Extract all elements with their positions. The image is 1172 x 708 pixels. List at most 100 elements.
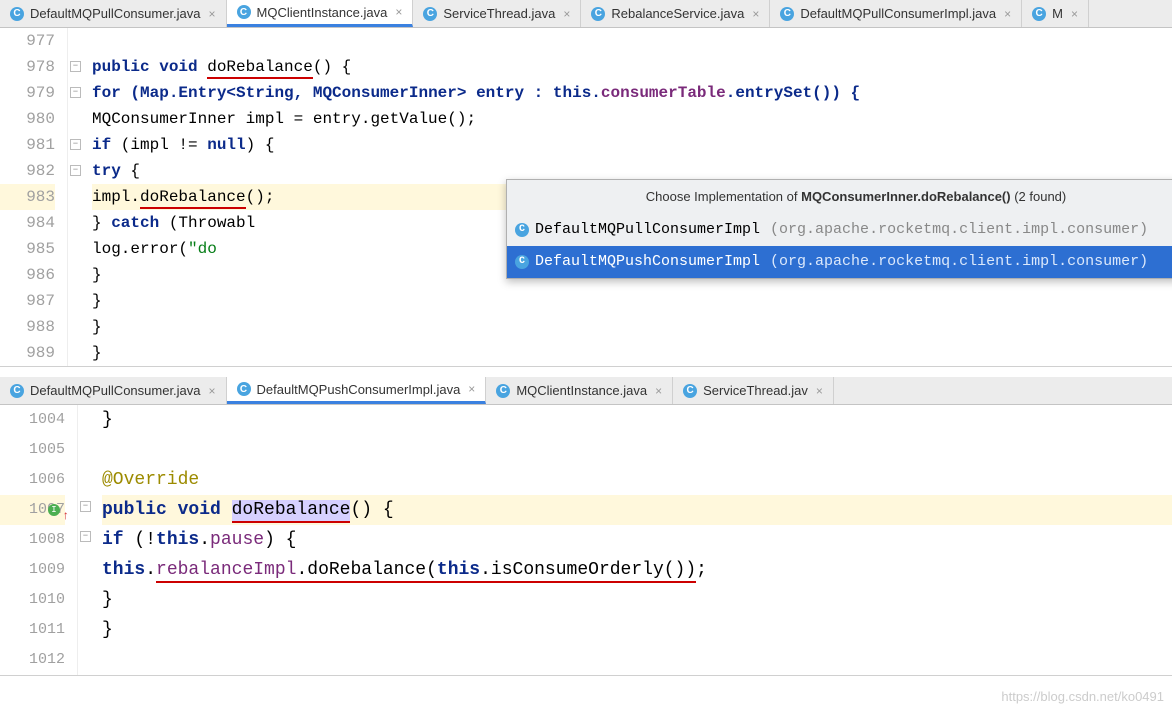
code-line: MQConsumerInner impl = entry.getValue(); bbox=[92, 106, 1172, 132]
line-number: 1005 bbox=[0, 435, 65, 465]
editor-tab[interactable]: C ServiceThread.java × bbox=[413, 0, 581, 27]
fold-marker[interactable]: − bbox=[70, 61, 81, 72]
line-number: 1011 bbox=[0, 615, 65, 645]
class-icon: C bbox=[780, 7, 794, 21]
tab-label: DefaultMQPullConsumerImpl.java bbox=[800, 6, 996, 21]
implementation-choice[interactable]: C DefaultMQPullConsumerImpl (org.apache.ro… bbox=[507, 214, 1172, 246]
line-number: 983 bbox=[0, 184, 55, 210]
choose-implementation-popup: Choose Implementation of MQConsumerInner… bbox=[506, 179, 1172, 279]
bottom-code-area[interactable]: } @Override@Override public void doRebal… bbox=[96, 405, 1172, 675]
editor-tab[interactable]: CM × bbox=[1022, 0, 1089, 27]
line-number: 1007I↑ bbox=[0, 495, 65, 525]
line-number: 1008 bbox=[0, 525, 65, 555]
close-icon[interactable]: × bbox=[816, 384, 823, 398]
code-line-highlighted: public void doRebalance() { bbox=[102, 495, 1172, 525]
implementation-gutter-icon[interactable]: I bbox=[48, 504, 60, 516]
line-number: 988 bbox=[0, 314, 55, 340]
close-icon[interactable]: × bbox=[209, 7, 216, 21]
popup-title: Choose Implementation of MQConsumerInner… bbox=[507, 180, 1172, 214]
editor-tab[interactable]: C MQClientInstance.java × bbox=[486, 377, 673, 404]
top-tab-bar: C DefaultMQPullConsumer.java × C MQClientIns… bbox=[0, 0, 1172, 28]
line-number: 1012 bbox=[0, 645, 65, 675]
fold-marker[interactable]: − bbox=[70, 139, 81, 150]
line-number: 986 bbox=[0, 262, 55, 288]
code-line: @Override@Override bbox=[102, 465, 1172, 495]
line-number: 985 bbox=[0, 236, 55, 262]
top-code-area[interactable]: public void doRebalance() { for (Map.Ent… bbox=[86, 28, 1172, 366]
line-number: 982 bbox=[0, 158, 55, 184]
close-icon[interactable]: × bbox=[655, 384, 662, 398]
close-icon[interactable]: × bbox=[209, 384, 216, 398]
class-icon: C bbox=[591, 7, 605, 21]
tab-label: MQClientInstance.java bbox=[516, 383, 647, 398]
bottom-editor: 1004100510061007I↑10081009101010111012 −… bbox=[0, 405, 1172, 675]
bottom-editor-pane: C DefaultMQPullConsumer.java × C DefaultMQPu… bbox=[0, 377, 1172, 676]
fold-marker[interactable]: − bbox=[80, 501, 91, 512]
code-line: if (impl != null) { bbox=[92, 132, 1172, 158]
tab-label: MQClientInstance.java bbox=[257, 5, 388, 20]
code-line: for (Map.Entry<String, MQConsumerInner> … bbox=[92, 80, 1172, 106]
class-icon: C bbox=[423, 7, 437, 21]
code-line: } bbox=[102, 405, 1172, 435]
tab-label: ServiceThread.java bbox=[443, 6, 555, 21]
implementation-choice[interactable]: CDefaultMQPushConsumerImpl(org.apache.ro… bbox=[507, 246, 1172, 278]
code-line bbox=[92, 28, 1172, 54]
editor-tab[interactable]: C DefaultMQPullConsumer.java × bbox=[0, 0, 227, 27]
editor-tab[interactable]: CMQClientInstance.java× bbox=[227, 0, 414, 27]
editor-tab[interactable]: C DefaultMQPushConsumerImpl.java × bbox=[227, 377, 487, 404]
fold-marker[interactable]: − bbox=[80, 531, 91, 542]
fold-marker[interactable]: − bbox=[70, 87, 81, 98]
close-icon[interactable]: × bbox=[395, 5, 402, 19]
code-line: public void doRebalance() { bbox=[92, 54, 1172, 80]
impl-package: (org.apache.rocketmq.client.impl.consume… bbox=[770, 249, 1148, 275]
tab-label: M bbox=[1052, 6, 1063, 21]
line-number: 980 bbox=[0, 106, 55, 132]
line-number: 989 bbox=[0, 340, 55, 366]
class-icon: C bbox=[1032, 7, 1046, 21]
line-number: 987 bbox=[0, 288, 55, 314]
impl-package: (org.apache.rocketmq.client.impl.consume… bbox=[770, 217, 1148, 243]
code-line bbox=[102, 645, 1172, 675]
tab-label: RebalanceService.java bbox=[611, 6, 744, 21]
class-icon: C bbox=[515, 255, 529, 269]
class-icon: C bbox=[496, 384, 510, 398]
editor-tab[interactable]: C RebalanceService.java × bbox=[581, 0, 770, 27]
tab-label: DefaultMQPullConsumer.java bbox=[30, 383, 201, 398]
editor-tab[interactable]: C DefaultMQPullConsumerImpl.java × bbox=[770, 0, 1022, 27]
code-line: } bbox=[92, 314, 1172, 340]
top-editor: 977978979980981982983984985986987988989 … bbox=[0, 28, 1172, 366]
close-icon[interactable]: × bbox=[1004, 7, 1011, 21]
line-number: 977 bbox=[0, 28, 55, 54]
code-line: } bbox=[92, 340, 1172, 366]
line-number: 981 bbox=[0, 132, 55, 158]
bottom-gutter: 1004100510061007I↑10081009101010111012 bbox=[0, 405, 78, 675]
tab-label: DefaultMQPullConsumer.java bbox=[30, 6, 201, 21]
editor-tab[interactable]: CDefaultMQPullConsumer.java× bbox=[0, 377, 227, 404]
close-icon[interactable]: × bbox=[752, 7, 759, 21]
line-number: 1009 bbox=[0, 555, 65, 585]
watermark-text: https://blog.csdn.net/ko0491 bbox=[1001, 689, 1164, 704]
code-line: } bbox=[102, 585, 1172, 615]
close-icon[interactable]: × bbox=[468, 382, 475, 396]
close-icon[interactable]: × bbox=[1071, 7, 1078, 21]
top-fold-column: − − − − bbox=[68, 28, 86, 366]
code-line: } bbox=[102, 615, 1172, 645]
class-icon: C bbox=[683, 384, 697, 398]
top-gutter: 977978979980981982983984985986987988989 bbox=[0, 28, 68, 366]
class-icon: C bbox=[515, 223, 529, 237]
line-number: 1004 bbox=[0, 405, 65, 435]
class-icon: C bbox=[10, 7, 24, 21]
fold-marker[interactable]: − bbox=[70, 165, 81, 176]
bottom-tab-bar: C DefaultMQPullConsumer.java × C DefaultMQPu… bbox=[0, 377, 1172, 405]
close-icon[interactable]: × bbox=[563, 7, 570, 21]
tab-label: DefaultMQPushConsumerImpl.java bbox=[257, 382, 461, 397]
line-number: 979 bbox=[0, 80, 55, 106]
code-line: } bbox=[92, 288, 1172, 314]
impl-class-name: DefaultMQPullConsumerImpl bbox=[535, 217, 760, 243]
editor-tab[interactable]: C ServiceThread.jav × bbox=[673, 377, 834, 404]
class-icon: C bbox=[237, 382, 251, 396]
tab-label: ServiceThread.jav bbox=[703, 383, 808, 398]
code-line bbox=[102, 435, 1172, 465]
code-line: this.rebalanceImpl.doRebalance(this.isCo… bbox=[102, 555, 1172, 585]
line-number: 978 bbox=[0, 54, 55, 80]
